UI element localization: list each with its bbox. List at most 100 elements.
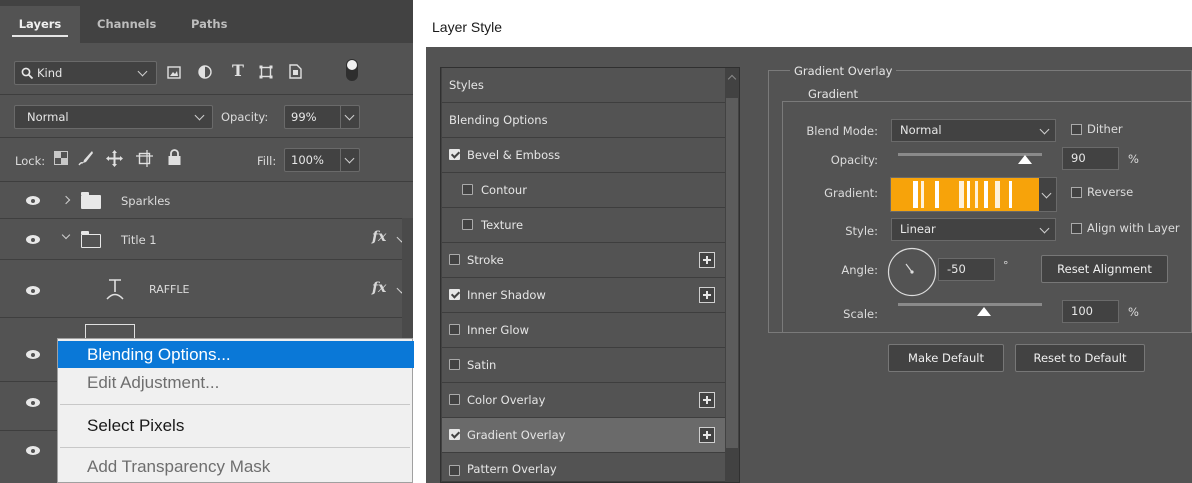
scale-slider-thumb[interactable] <box>977 307 991 316</box>
visibility-eye-icon[interactable] <box>26 196 40 205</box>
tab-layers[interactable]: Layers <box>0 6 80 43</box>
warped-text-icon <box>106 279 124 300</box>
style-item-satin[interactable]: Satin <box>442 348 725 383</box>
layer-opacity-field[interactable]: 99% <box>284 105 360 129</box>
blend-mode-label: Blend Mode: <box>806 124 878 138</box>
style-item-stroke[interactable]: Stroke <box>442 243 725 278</box>
dither-checkbox[interactable] <box>1071 124 1082 135</box>
reverse-checkbox[interactable] <box>1071 187 1082 198</box>
align-with-layer-checkbox[interactable] <box>1071 223 1082 234</box>
lock-image-pixels-icon[interactable] <box>78 150 94 166</box>
gradient-preview-swatch[interactable] <box>891 178 1039 211</box>
dither-label: Dither <box>1087 122 1123 136</box>
checkbox[interactable] <box>462 219 473 230</box>
layer-fill-field[interactable]: 100% <box>284 148 360 172</box>
menu-item-edit-adjustment[interactable]: Edit Adjustment... <box>58 369 414 396</box>
checkbox[interactable] <box>449 254 460 265</box>
style-item-inner-glow[interactable]: Inner Glow <box>442 313 725 348</box>
chevron-down-icon <box>137 66 148 77</box>
reset-alignment-button[interactable]: Reset Alignment <box>1041 255 1168 283</box>
opacity-field[interactable]: 90 <box>1062 147 1119 170</box>
opacity-label: Opacity: <box>221 110 269 124</box>
percent-sign: % <box>1128 305 1139 319</box>
lock-position-icon[interactable] <box>106 150 123 167</box>
filter-kind-dropdown[interactable]: Kind <box>14 61 157 85</box>
scale-field[interactable]: 100 <box>1062 300 1119 323</box>
style-item-bevel-emboss[interactable]: Bevel & Emboss <box>442 138 725 173</box>
add-effect-plus-icon[interactable] <box>699 392 715 408</box>
reset-to-default-button[interactable]: Reset to Default <box>1015 344 1145 372</box>
checkbox[interactable] <box>449 359 460 370</box>
shape-layer-filter-icon[interactable] <box>259 65 273 79</box>
blend-mode-dropdown[interactable]: Normal <box>14 105 213 129</box>
fill-label: Fill: <box>257 154 277 168</box>
style-item-blending-options[interactable]: Blending Options <box>442 103 725 138</box>
layer-effects-fx-icon[interactable]: fx <box>372 229 386 245</box>
smart-object-filter-icon[interactable] <box>289 64 302 79</box>
menu-item-select-pixels[interactable]: Select Pixels <box>58 411 414 441</box>
style-item-label: Inner Shadow <box>467 288 546 302</box>
folder-open-icon <box>80 230 101 248</box>
type-layer-filter-icon[interactable]: T <box>232 61 244 80</box>
lock-label: Lock: <box>15 154 46 168</box>
style-item-gradient-overlay[interactable]: Gradient Overlay <box>442 418 725 453</box>
blend-mode-value: Normal <box>900 123 942 137</box>
angle-field[interactable]: -50 <box>938 258 995 281</box>
checkbox-checked[interactable] <box>449 429 460 440</box>
style-item-contour[interactable]: Contour <box>442 173 725 208</box>
layer-row-raffle[interactable]: RAFFLE fx <box>0 260 407 318</box>
context-menu: Blending Options... Edit Adjustment... S… <box>57 338 414 483</box>
style-item-inner-shadow[interactable]: Inner Shadow <box>442 278 725 313</box>
add-effect-plus-icon[interactable] <box>699 287 715 303</box>
gradient-stripe <box>913 181 918 208</box>
lock-all-icon[interactable] <box>168 149 181 165</box>
tab-channels[interactable]: Channels <box>97 6 156 43</box>
blend-mode-dropdown[interactable]: Normal <box>891 119 1056 142</box>
make-default-button[interactable]: Make Default <box>888 344 1004 372</box>
menu-item-add-transparency-mask[interactable]: Add Transparency Mask <box>58 453 414 481</box>
gradient-picker[interactable] <box>890 177 1057 212</box>
filter-kind-label: Kind <box>37 66 63 80</box>
angle-dial[interactable] <box>886 246 938 298</box>
style-label: Style: <box>845 224 878 238</box>
style-item-label: Pattern Overlay <box>467 462 557 476</box>
visibility-eye-icon[interactable] <box>26 398 40 407</box>
checkbox[interactable] <box>449 394 460 405</box>
chevron-down-icon <box>1041 188 1052 199</box>
chevron-right-icon[interactable] <box>61 195 71 205</box>
visibility-eye-icon[interactable] <box>26 286 40 295</box>
style-item-pattern-overlay[interactable]: Pattern Overlay <box>442 453 725 482</box>
checkbox[interactable] <box>449 324 460 335</box>
checkbox[interactable] <box>449 465 460 476</box>
add-effect-plus-icon[interactable] <box>699 252 715 268</box>
style-item-color-overlay[interactable]: Color Overlay <box>442 383 725 418</box>
style-item-texture[interactable]: Texture <box>442 208 725 243</box>
gradient-label: Gradient: <box>824 186 878 200</box>
style-dropdown[interactable]: Linear <box>891 218 1056 241</box>
layer-row-title-1[interactable]: Title 1 fx <box>0 219 407 260</box>
add-effect-plus-icon[interactable] <box>699 427 715 443</box>
scrollbar-thumb[interactable] <box>726 98 738 448</box>
filter-toggle-switch[interactable] <box>346 59 358 81</box>
checkbox[interactable] <box>462 184 473 195</box>
scale-slider-track[interactable] <box>898 303 1042 306</box>
opacity-slider-thumb[interactable] <box>1018 155 1032 164</box>
visibility-eye-icon[interactable] <box>26 446 40 455</box>
layer-effects-fx-icon[interactable]: fx <box>372 280 386 296</box>
visibility-eye-icon[interactable] <box>26 235 40 244</box>
pixel-layer-filter-icon[interactable] <box>167 66 181 79</box>
visibility-eye-icon[interactable] <box>26 350 40 359</box>
checkbox-checked[interactable] <box>449 289 460 300</box>
layer-row-sparkles[interactable]: Sparkles <box>0 182 402 219</box>
style-item-label: Color Overlay <box>467 393 546 407</box>
checkbox-checked[interactable] <box>449 149 460 160</box>
style-item-label: Stroke <box>467 253 504 267</box>
tab-paths[interactable]: Paths <box>191 6 227 43</box>
chevron-down-icon[interactable] <box>61 230 71 240</box>
lock-transparent-pixels-icon[interactable] <box>54 151 68 165</box>
adjustment-layer-filter-icon[interactable] <box>198 65 212 79</box>
style-value: Linear <box>900 222 936 236</box>
lock-artboard-icon[interactable] <box>136 150 153 167</box>
menu-item-blending-options[interactable]: Blending Options... <box>58 341 414 368</box>
style-item-styles[interactable]: Styles <box>442 68 725 103</box>
